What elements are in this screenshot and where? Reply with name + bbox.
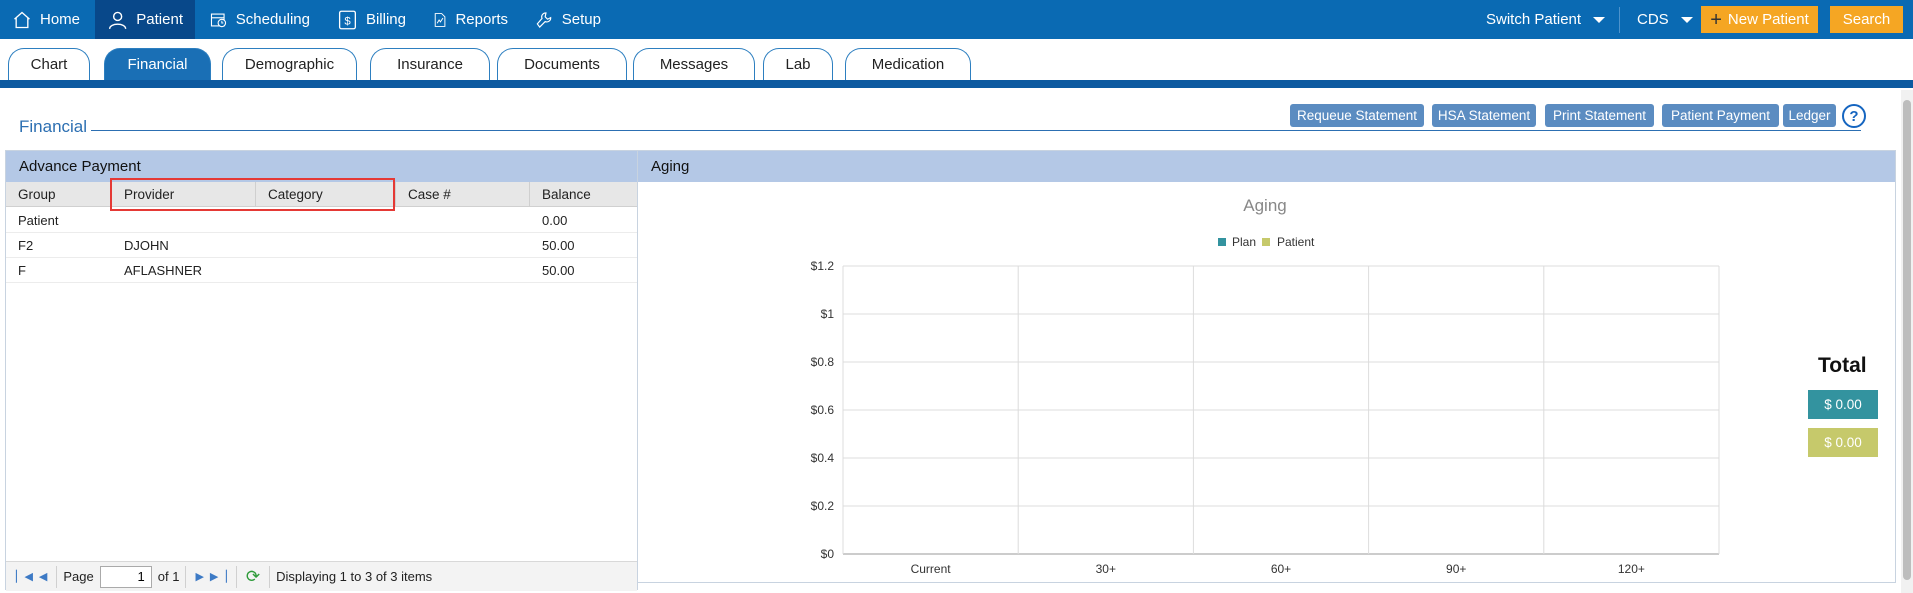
x-tick-label: 30+ [1096, 562, 1116, 576]
aging-chart: Aging Plan Patient $0$0.2$0.4$0.6$0.8$1$… [811, 196, 1720, 576]
chart-plot-area: $0 $0.2 $0.4 $0.6 $0.8 $1 $1.2 Current 30+ 60+ 90+… [811, 259, 1720, 576]
y-tick-label: $1.2 [811, 259, 835, 273]
chart-legend: Plan Patient [1218, 235, 1315, 249]
x-tick-label: 120+ [1618, 562, 1645, 576]
legend-label-plan[interactable]: Plan [1232, 235, 1256, 249]
chart-title: Aging [1243, 196, 1286, 215]
x-tick-label: 60+ [1271, 562, 1291, 576]
y-tick-label: $1 [821, 307, 835, 321]
y-tick-label: $0 [821, 547, 835, 561]
y-tick-label: $0.4 [811, 451, 835, 465]
total-label: Total [1818, 354, 1867, 377]
y-tick-label: $0.8 [811, 355, 835, 369]
x-tick-label: Current [911, 562, 952, 576]
patient-total-badge: $ 0.00 [1808, 428, 1878, 457]
y-tick-label: $0.2 [811, 499, 835, 513]
legend-swatch-plan [1218, 238, 1226, 246]
x-tick-label: 90+ [1446, 562, 1466, 576]
y-tick-label: $0.6 [811, 403, 835, 417]
legend-swatch-patient [1262, 238, 1270, 246]
legend-label-patient[interactable]: Patient [1277, 235, 1315, 249]
plan-total-badge: $ 0.00 [1808, 390, 1878, 419]
